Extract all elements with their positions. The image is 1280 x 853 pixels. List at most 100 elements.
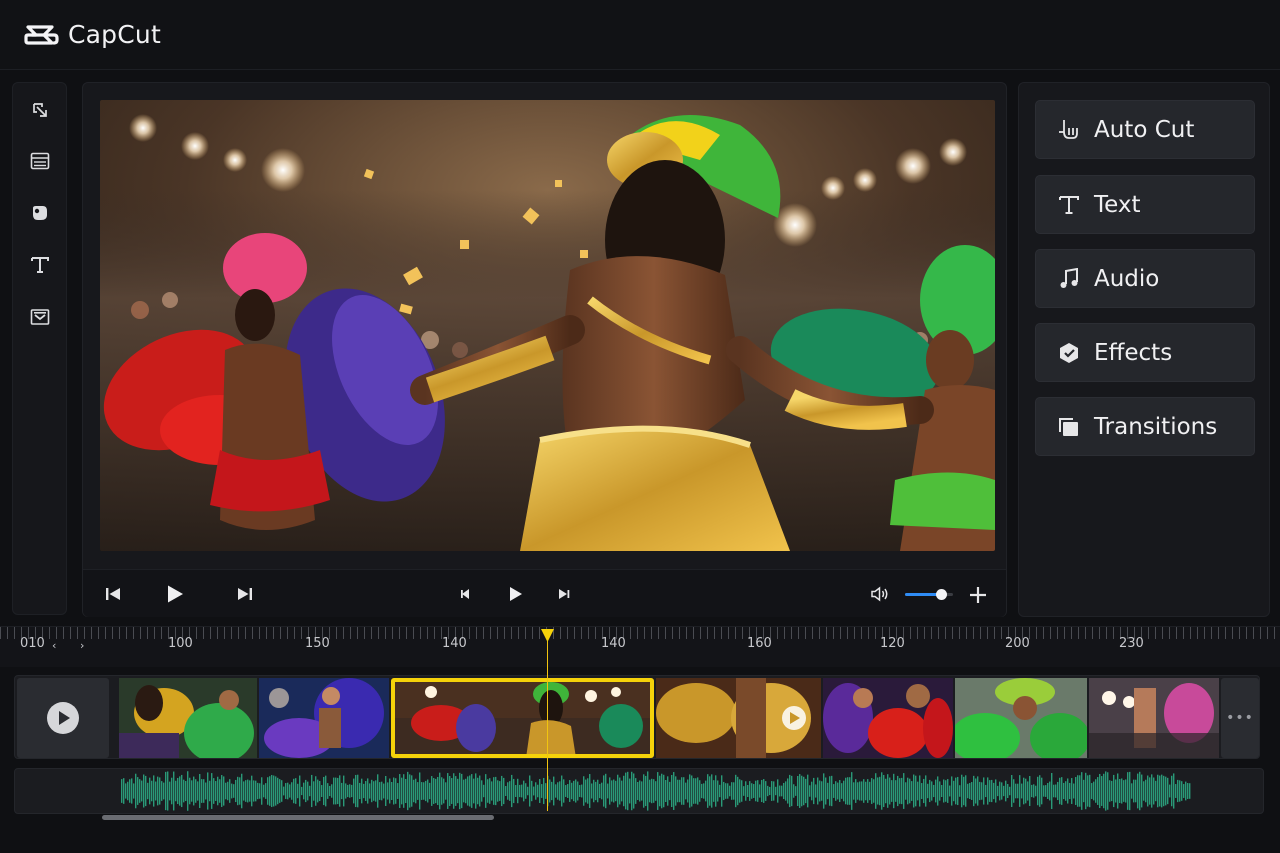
waveform-bar xyxy=(801,775,803,807)
play-icon[interactable] xyxy=(163,582,187,606)
clip-thumbnail xyxy=(1089,678,1219,758)
volume-icon[interactable] xyxy=(869,584,891,604)
waveform-bar xyxy=(861,781,863,801)
waveform-bar xyxy=(157,776,159,806)
waveform-bar xyxy=(1111,780,1113,802)
waveform-bar xyxy=(459,772,461,810)
waveform-bar xyxy=(197,781,199,801)
waveform-bar xyxy=(1119,778,1121,804)
waveform-bar xyxy=(1109,780,1111,802)
video-clip[interactable] xyxy=(823,678,953,758)
video-clip[interactable] xyxy=(1089,678,1219,758)
playhead-marker-icon[interactable] xyxy=(540,628,555,643)
media-icon[interactable] xyxy=(27,148,53,174)
waveform-bar xyxy=(1115,779,1117,803)
waveform-bar xyxy=(777,779,779,803)
video-preview[interactable] xyxy=(100,100,995,551)
waveform-bar xyxy=(843,780,845,802)
waveform-bar xyxy=(177,777,179,805)
template-icon[interactable] xyxy=(27,304,53,330)
video-clip[interactable] xyxy=(955,678,1087,758)
waveform-bar xyxy=(889,777,891,805)
waveform-bar xyxy=(451,778,453,804)
waveform-bar xyxy=(597,779,599,803)
add-icon[interactable] xyxy=(967,584,989,606)
waveform-bar xyxy=(1151,774,1153,808)
waveform-bar xyxy=(911,781,913,801)
volume-slider-knob[interactable] xyxy=(936,589,947,600)
sticker-icon[interactable] xyxy=(27,200,53,226)
waveform-bar xyxy=(385,776,387,806)
audio-button[interactable]: Audio xyxy=(1035,249,1255,308)
waveform-bar xyxy=(599,783,601,799)
skip-end-icon[interactable] xyxy=(235,584,255,604)
waveform-bar xyxy=(361,778,363,804)
play-small-icon[interactable] xyxy=(506,584,526,604)
transitions-button[interactable]: Transitions xyxy=(1035,397,1255,456)
track-play-button[interactable] xyxy=(17,678,109,758)
waveform-bar xyxy=(1087,775,1089,807)
waveform-bar xyxy=(853,782,855,800)
waveform-bar xyxy=(847,777,849,805)
waveform-bar xyxy=(187,771,189,811)
capcut-logo-icon xyxy=(24,24,59,45)
import-icon[interactable] xyxy=(27,97,53,123)
waveform-bar xyxy=(565,785,567,797)
waveform-bar xyxy=(1155,780,1157,802)
waveform-bar xyxy=(271,774,273,808)
waveform-bar xyxy=(849,777,851,805)
waveform-bar xyxy=(1075,777,1077,805)
clip-thumbnail xyxy=(955,678,1087,758)
video-clip-selected[interactable] xyxy=(391,678,654,758)
waveform-bar xyxy=(133,783,135,799)
waveform-bar xyxy=(159,777,161,805)
chevron-left-icon[interactable]: ‹ xyxy=(52,639,56,652)
text-button[interactable]: Text xyxy=(1035,175,1255,234)
waveform-bar xyxy=(253,780,255,802)
waveform-bar xyxy=(231,783,233,799)
waveform-bar xyxy=(1013,779,1015,803)
waveform-bar xyxy=(363,783,365,799)
timeline: 010 ‹ › 100 150 140 140 160 120 200 230 xyxy=(0,626,1280,853)
chevron-right-icon[interactable]: › xyxy=(80,639,84,652)
video-clip[interactable] xyxy=(119,678,257,758)
waveform-bar xyxy=(519,784,521,798)
more-icon[interactable]: ••• xyxy=(1221,678,1259,758)
frame-back-icon[interactable] xyxy=(457,586,473,602)
waveform-bar xyxy=(859,781,861,801)
waveform-bar xyxy=(941,784,943,798)
waveform-bar xyxy=(311,774,313,808)
waveform-bar xyxy=(541,784,543,798)
waveform-bar xyxy=(815,784,817,798)
waveform-bar xyxy=(561,775,563,807)
volume-slider[interactable] xyxy=(905,589,953,600)
waveform-bar xyxy=(825,777,827,805)
waveform-bar xyxy=(219,779,221,803)
skip-start-icon[interactable] xyxy=(103,584,123,604)
waveform-bar xyxy=(495,776,497,806)
waveform-bar xyxy=(869,781,871,801)
waveform-bar xyxy=(527,786,529,796)
waveform-bar xyxy=(573,780,575,802)
text-icon[interactable] xyxy=(27,252,53,278)
waveform-bar xyxy=(317,779,319,803)
auto-cut-button[interactable]: Auto Cut xyxy=(1035,100,1255,159)
audio-track[interactable] xyxy=(14,768,1264,814)
text-label: Text xyxy=(1094,191,1141,218)
waveform-bar xyxy=(759,784,761,798)
video-clip[interactable] xyxy=(656,678,821,758)
timeline-ruler[interactable]: 010 ‹ › 100 150 140 140 160 120 200 230 xyxy=(0,627,1280,667)
waveform-bar xyxy=(315,776,317,806)
waveform-bar xyxy=(1187,783,1189,799)
waveform-bar xyxy=(173,771,175,811)
waveform-bar xyxy=(813,777,815,805)
waveform-bar xyxy=(235,779,237,803)
video-clip[interactable] xyxy=(259,678,389,758)
capcut-app: CapCut Auto Cut Text Audio Effects Trans… xyxy=(0,0,1280,853)
waveform-bar xyxy=(239,777,241,805)
frame-forward-icon[interactable] xyxy=(556,586,572,602)
effects-button[interactable]: Effects xyxy=(1035,323,1255,382)
waveform-bar xyxy=(489,778,491,804)
timeline-scrollbar[interactable] xyxy=(102,815,494,820)
waveform-bar xyxy=(899,778,901,804)
